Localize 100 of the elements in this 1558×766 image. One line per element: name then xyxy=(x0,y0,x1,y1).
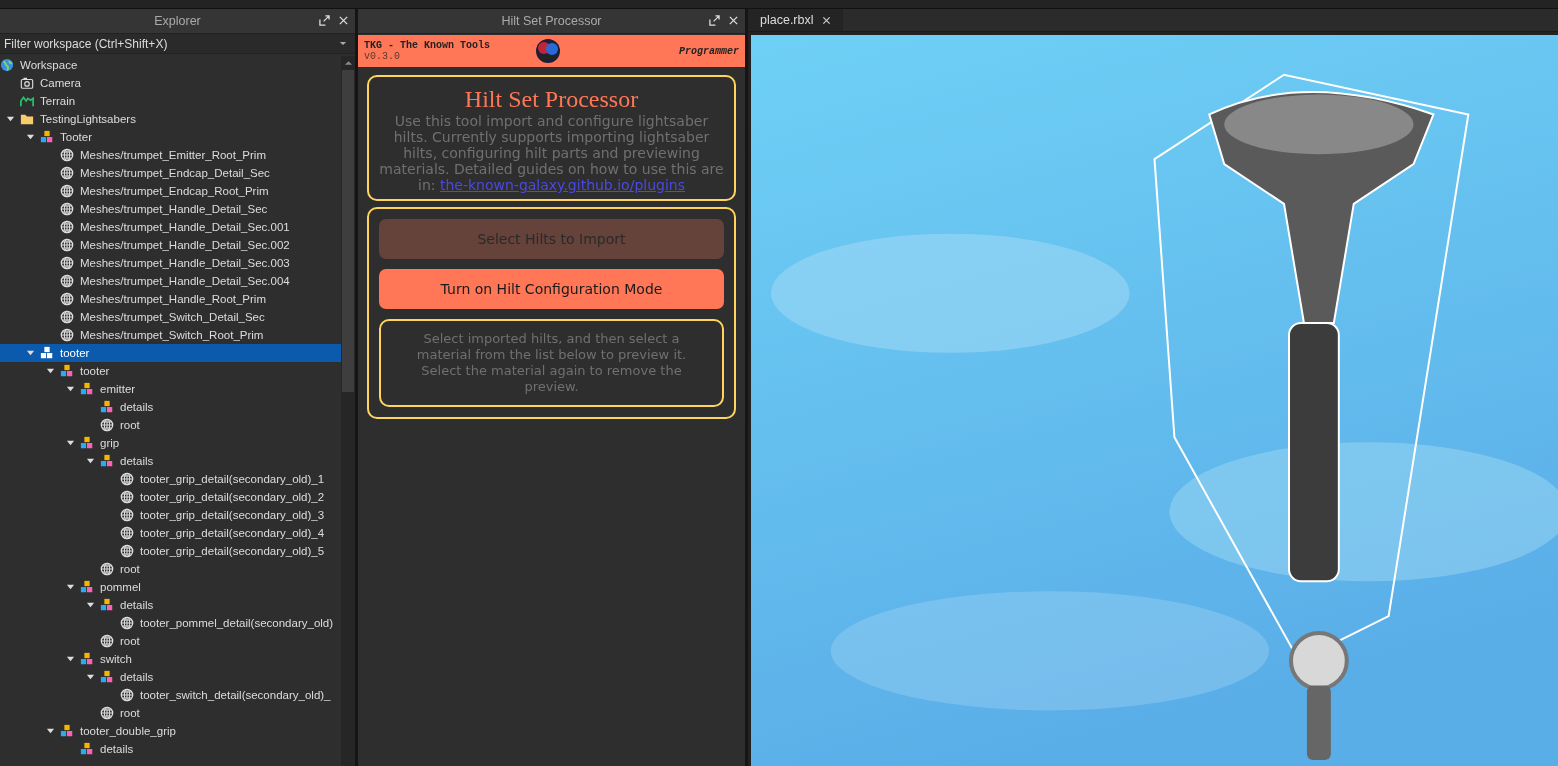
terrain-icon xyxy=(20,94,34,108)
mesh-icon xyxy=(60,256,74,270)
tree-item[interactable]: tooter_pommel_detail(secondary_old) xyxy=(0,614,341,632)
tree-item[interactable]: switch xyxy=(0,650,341,668)
model-icon xyxy=(80,580,94,594)
mesh-icon xyxy=(60,328,74,342)
tree-item[interactable]: details xyxy=(0,398,341,416)
tree-item[interactable]: TestingLightsabers xyxy=(0,110,341,128)
tree-item[interactable]: details xyxy=(0,596,341,614)
tree-item[interactable]: tooter_grip_detail(secondary_old)_3 xyxy=(0,506,341,524)
mesh-icon xyxy=(120,526,134,540)
tree-item[interactable]: tooter_double_grip xyxy=(0,722,341,740)
close-icon[interactable] xyxy=(338,15,349,26)
panel-title: Explorer xyxy=(154,14,201,28)
model-icon xyxy=(60,364,74,378)
model-icon xyxy=(100,598,114,612)
tree-item[interactable]: root xyxy=(0,416,341,434)
mesh-icon xyxy=(60,310,74,324)
close-icon[interactable] xyxy=(728,15,739,26)
mesh-icon xyxy=(100,706,114,720)
expand-arrow-icon[interactable] xyxy=(85,672,95,682)
scroll-up-icon[interactable] xyxy=(343,60,353,66)
mesh-icon xyxy=(100,418,114,432)
expand-arrow-icon[interactable] xyxy=(45,726,55,736)
tree-item[interactable]: Camera xyxy=(0,74,341,92)
plugin-heading: Hilt Set Processor xyxy=(463,85,640,113)
expand-arrow-icon[interactable] xyxy=(65,384,75,394)
expand-arrow-icon[interactable] xyxy=(85,456,95,466)
mesh-icon xyxy=(60,238,74,252)
mesh-icon xyxy=(120,544,134,558)
model-icon xyxy=(40,130,54,144)
model-icon xyxy=(80,382,94,396)
tree-item[interactable]: Workspace xyxy=(0,56,341,74)
role-label: Programmer xyxy=(679,45,739,57)
tree-item[interactable]: tooter xyxy=(0,344,341,362)
tree-item[interactable]: Meshes/trumpet_Handle_Detail_Sec.004 xyxy=(0,272,341,290)
tree-item[interactable]: Meshes/trumpet_Handle_Detail_Sec.001 xyxy=(0,218,341,236)
document-tab[interactable]: place.rbxl xyxy=(748,9,843,31)
model-icon xyxy=(60,724,74,738)
tree-item[interactable]: tooter_grip_detail(secondary_old)_1 xyxy=(0,470,341,488)
mesh-icon xyxy=(120,490,134,504)
model-icon xyxy=(100,670,114,684)
tree-item[interactable]: pommel xyxy=(0,578,341,596)
mesh-icon xyxy=(120,472,134,486)
tree-item[interactable]: emitter xyxy=(0,380,341,398)
mesh-icon xyxy=(100,634,114,648)
tree-item[interactable]: Meshes/trumpet_Endcap_Root_Prim xyxy=(0,182,341,200)
camera-icon xyxy=(20,76,34,90)
tree-item[interactable]: Meshes/trumpet_Handle_Detail_Sec xyxy=(0,200,341,218)
tree-item[interactable]: Meshes/trumpet_Emitter_Root_Prim xyxy=(0,146,341,164)
tree-item[interactable]: tooter_switch_detail(secondary_old)_ xyxy=(0,686,341,704)
tree-item[interactable]: root xyxy=(0,632,341,650)
expand-arrow-icon[interactable] xyxy=(65,582,75,592)
undock-icon[interactable] xyxy=(709,15,720,26)
version-label: v0.3.0 xyxy=(364,51,401,62)
tree-item[interactable]: Meshes/trumpet_Switch_Root_Prim xyxy=(0,326,341,344)
mesh-icon xyxy=(60,166,74,180)
folder-icon xyxy=(20,112,34,126)
mesh-icon xyxy=(60,220,74,234)
tree-item[interactable]: root xyxy=(0,560,341,578)
plugin-name: TKG - The Known Tools xyxy=(364,40,491,51)
model-icon xyxy=(80,652,94,666)
tree-item[interactable]: tooter xyxy=(0,362,341,380)
mesh-icon xyxy=(120,508,134,522)
tree-item[interactable]: Meshes/trumpet_Handle_Root_Prim xyxy=(0,290,341,308)
tree-item[interactable]: details xyxy=(0,668,341,686)
expand-arrow-icon[interactable] xyxy=(65,438,75,448)
expand-arrow-icon[interactable] xyxy=(5,114,15,124)
action-button[interactable]: Turn on Hilt Configuration Mode xyxy=(379,269,724,309)
tree-item[interactable]: tooter_grip_detail(secondary_old)_2 xyxy=(0,488,341,506)
close-icon[interactable] xyxy=(821,15,831,25)
hint-text: Select imported hilts, and then select a material from the list below to preview it. Select the material again to remove the preview. xyxy=(379,319,724,407)
filter-field[interactable]: Filter workspace (Ctrl+Shift+X) xyxy=(0,34,355,54)
expand-arrow-icon[interactable] xyxy=(25,348,35,358)
model-icon xyxy=(40,346,54,360)
tree-item[interactable]: details xyxy=(0,740,341,758)
expand-arrow-icon[interactable] xyxy=(25,132,35,142)
tree-item[interactable]: Tooter xyxy=(0,128,341,146)
tree-item[interactable]: Meshes/trumpet_Handle_Detail_Sec.002 xyxy=(0,236,341,254)
model-icon xyxy=(80,742,94,756)
mesh-icon xyxy=(60,202,74,216)
expand-arrow-icon[interactable] xyxy=(65,654,75,664)
tree-item[interactable]: root xyxy=(0,704,341,722)
tree-item[interactable]: tooter_grip_detail(secondary_old)_4 xyxy=(0,524,341,542)
tree-item[interactable]: Terrain xyxy=(0,92,341,110)
tree-item[interactable]: Meshes/trumpet_Switch_Detail_Sec xyxy=(0,308,341,326)
tree-item[interactable]: grip xyxy=(0,434,341,452)
tree-item[interactable]: Meshes/trumpet_Handle_Detail_Sec.003 xyxy=(0,254,341,272)
mesh-icon xyxy=(60,148,74,162)
dropdown-icon[interactable] xyxy=(339,41,347,46)
expand-arrow-icon[interactable] xyxy=(85,600,95,610)
tree-item[interactable]: details xyxy=(0,452,341,470)
expand-arrow-icon[interactable] xyxy=(45,366,55,376)
model-icon xyxy=(100,454,114,468)
panel-title: Hilt Set Processor xyxy=(501,14,602,28)
mesh-icon xyxy=(100,562,114,576)
description-text: Use this tool import and configure lightsaber hilts. Currently supports importing lightsaber hilts, configuring hilt parts and previewing materials. Detailed guides on how to use this are in: the-known-galaxy.github.io/plugins xyxy=(379,113,724,193)
tree-item[interactable]: tooter_grip_detail(secondary_old)_5 xyxy=(0,542,341,560)
undock-icon[interactable] xyxy=(319,15,330,26)
tree-item[interactable]: Meshes/trumpet_Endcap_Detail_Sec xyxy=(0,164,341,182)
